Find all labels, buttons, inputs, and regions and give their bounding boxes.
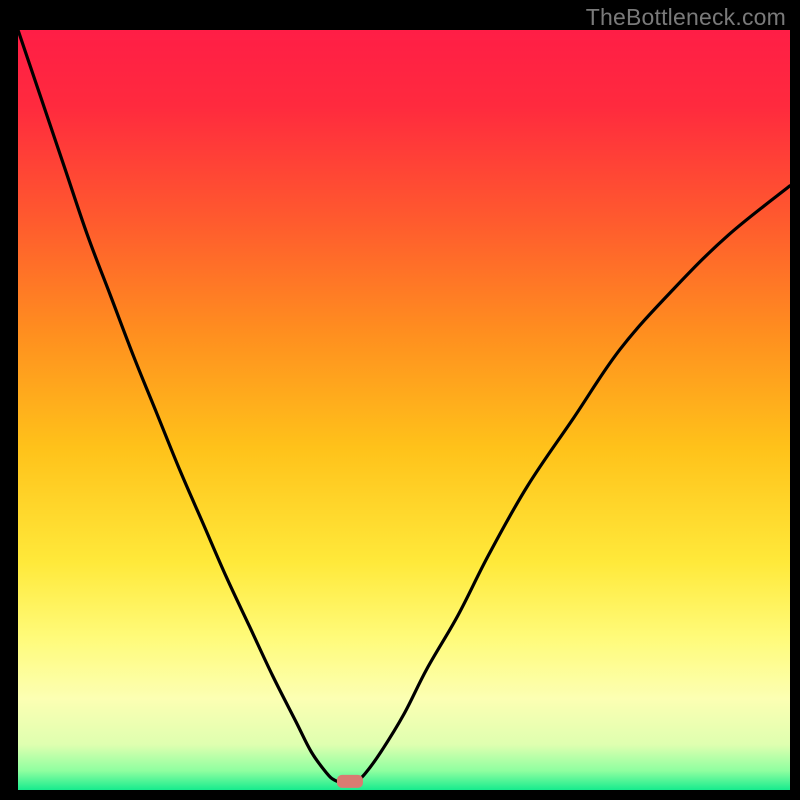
plot-background: [18, 30, 790, 790]
watermark-label: TheBottleneck.com: [586, 4, 786, 31]
optimal-marker: [337, 775, 363, 788]
bottleneck-chart: [0, 0, 800, 800]
chart-container: TheBottleneck.com: [0, 0, 800, 800]
